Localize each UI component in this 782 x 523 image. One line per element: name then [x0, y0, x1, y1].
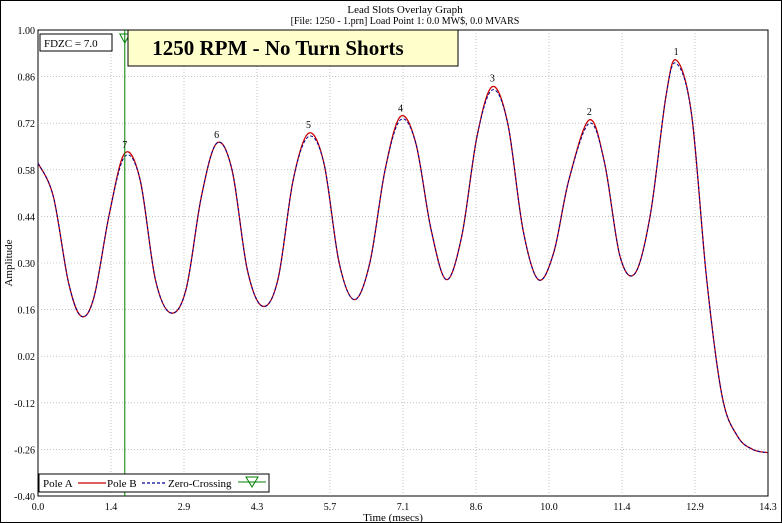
banner-text: 1250 RPM - No Turn Shorts [152, 36, 403, 60]
x-tick-label: 4.3 [251, 502, 264, 513]
peak-label: 3 [490, 74, 495, 85]
banner: 1250 RPM - No Turn Shorts [127, 29, 459, 67]
legend-label-pole-b: Pole B [107, 478, 137, 490]
x-tick-label: 10.0 [540, 502, 558, 513]
x-tick-label: 11.4 [613, 502, 630, 513]
chart-window: Lead Slots Overlay Graph [File: 1250 - 1… [0, 0, 782, 523]
peak-label: 7 [122, 140, 127, 151]
fdzc-label: FDZC = 7.0 [44, 38, 98, 50]
y-tick-label: 0.86 [18, 73, 36, 84]
legend-label-zero-crossing: Zero-Crossing [168, 478, 232, 490]
x-tick-label: 2.9 [178, 502, 191, 513]
chart-title: Lead Slots Overlay Graph [347, 4, 463, 16]
x-tick-label: 12.9 [686, 502, 704, 513]
peak-label: 2 [587, 107, 592, 118]
x-tick-label: 14.3 [759, 502, 777, 513]
legend: Pole A Pole B Zero-Crossing [38, 473, 270, 493]
peak-label: 4 [398, 104, 403, 115]
peak-label: 1 [674, 47, 679, 58]
y-tick-label: 0.30 [18, 259, 36, 270]
y-tick-label: 1.00 [18, 26, 36, 37]
x-tick-label: 5.7 [324, 502, 337, 513]
y-tick-label: 0.58 [18, 166, 36, 177]
y-tick-label: 0.72 [18, 119, 36, 130]
chart-subtitle: [File: 1250 - 1.prn] Load Point 1: 0.0 M… [291, 16, 520, 27]
x-tick-label: 0.0 [32, 502, 45, 513]
x-tick-label: 1.4 [105, 502, 118, 513]
y-tick-label: 0.16 [18, 306, 36, 317]
y-tick-label: 0.02 [18, 352, 36, 363]
y-tick-label: -0.12 [14, 399, 35, 410]
y-axis-label: Amplitude [3, 239, 15, 286]
peak-label: 6 [214, 130, 219, 141]
y-tick-label: -0.26 [14, 445, 35, 456]
x-tick-label: 8.6 [470, 502, 483, 513]
x-axis-label: Time (msecs) [363, 512, 423, 523]
peak-label: 5 [306, 120, 311, 131]
y-tick-label: 0.44 [18, 212, 36, 223]
fdzc-box: FDZC = 7.0 [39, 33, 113, 52]
legend-label-pole-a: Pole A [43, 478, 73, 490]
